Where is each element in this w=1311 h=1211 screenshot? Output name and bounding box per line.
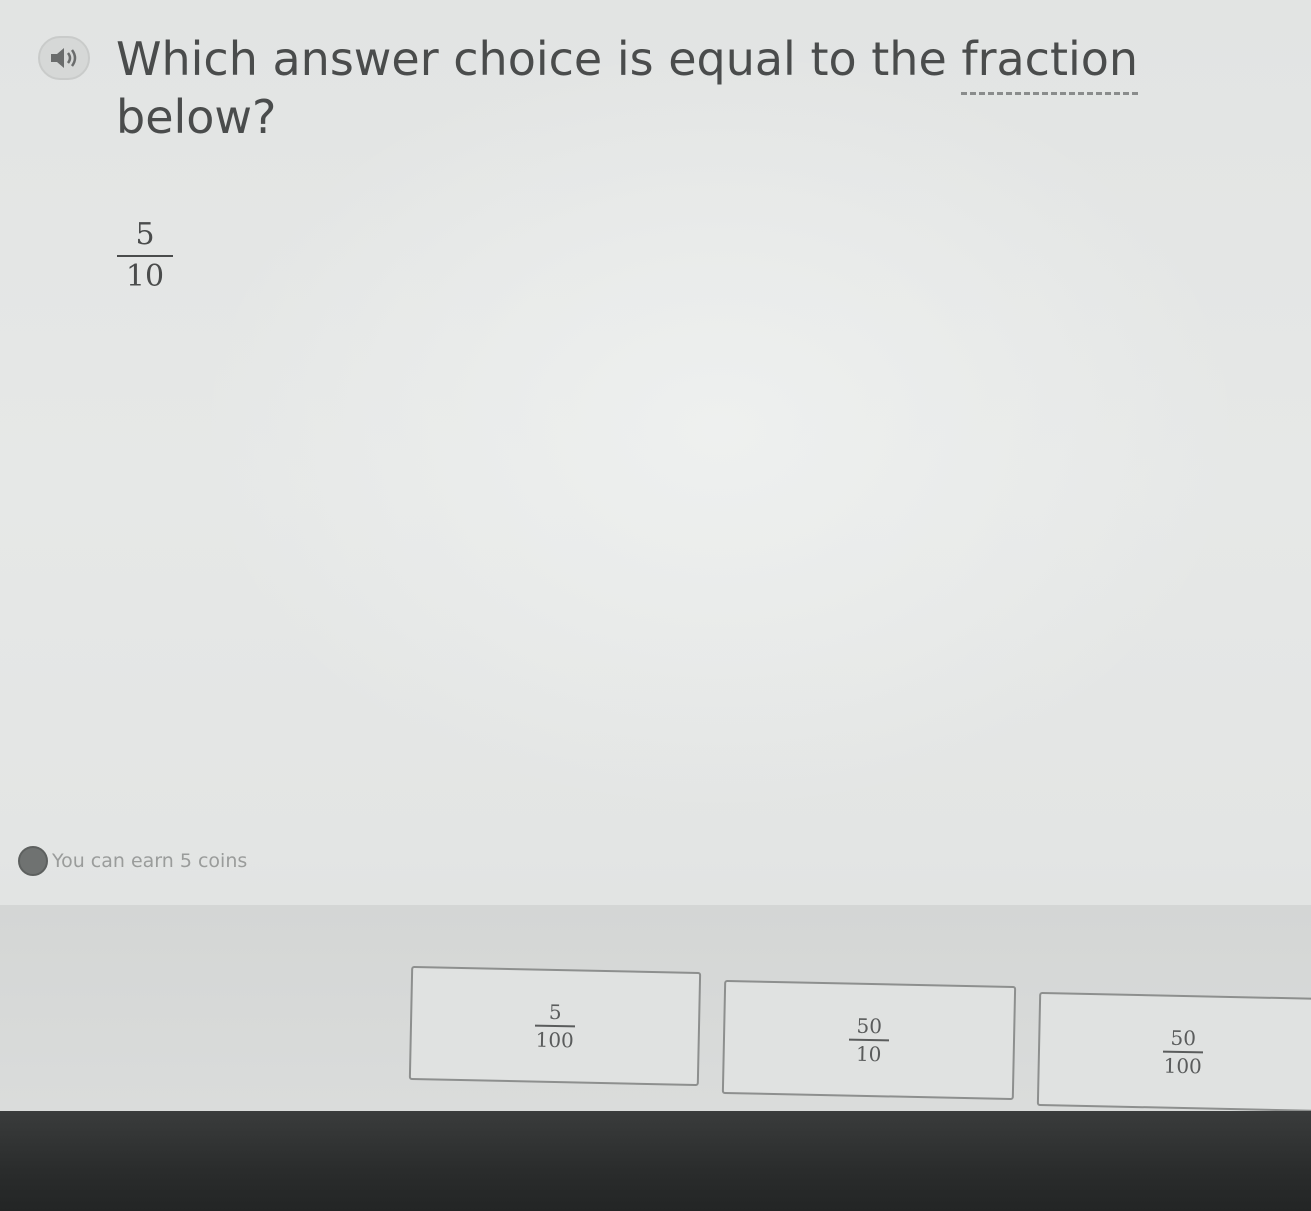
- vocab-link-fraction[interactable]: fraction: [961, 32, 1139, 95]
- coins-text: You can earn 5 coins: [52, 850, 248, 872]
- question-text: Which answer choice is equal to the frac…: [116, 30, 1226, 146]
- read-aloud-button[interactable]: [38, 36, 90, 80]
- question-fraction: 5 10: [116, 218, 174, 294]
- answer-choice-2[interactable]: 50 10: [721, 979, 1017, 1101]
- speaker-icon: [51, 48, 77, 68]
- question-text-start: Which answer choice is equal to the: [116, 32, 962, 86]
- coins-info: You can earn 5 coins: [18, 846, 247, 876]
- question-area: Which answer choice is equal to the frac…: [0, 0, 1311, 905]
- choice-denominator: 100: [535, 1027, 575, 1053]
- fraction-numerator: 5: [135, 217, 155, 252]
- answer-choice-1[interactable]: 5 100: [408, 965, 702, 1087]
- choice-fraction: 50 10: [848, 1013, 890, 1067]
- screen: Which answer choice is equal to the frac…: [0, 0, 1311, 1211]
- choice-numerator: 50: [856, 1013, 883, 1039]
- answer-choices-area: 5 100 50 10 50 100: [0, 905, 1311, 1113]
- choice-denominator: 100: [1163, 1053, 1203, 1079]
- screen-bezel: [0, 1111, 1311, 1211]
- answer-choice-3[interactable]: 50 100: [1036, 991, 1311, 1113]
- fraction-bar: [117, 255, 173, 257]
- choice-numerator: 5: [548, 999, 562, 1025]
- choice-fraction: 5 100: [534, 999, 576, 1053]
- choice-fraction-bar: [848, 1038, 890, 1042]
- fraction-denominator: 10: [125, 259, 165, 294]
- coin-icon: [18, 846, 48, 876]
- question-text-end: below?: [116, 90, 277, 144]
- choice-fraction: 50 100: [1162, 1025, 1204, 1079]
- choice-numerator: 50: [1170, 1025, 1197, 1051]
- choice-denominator: 10: [855, 1041, 882, 1067]
